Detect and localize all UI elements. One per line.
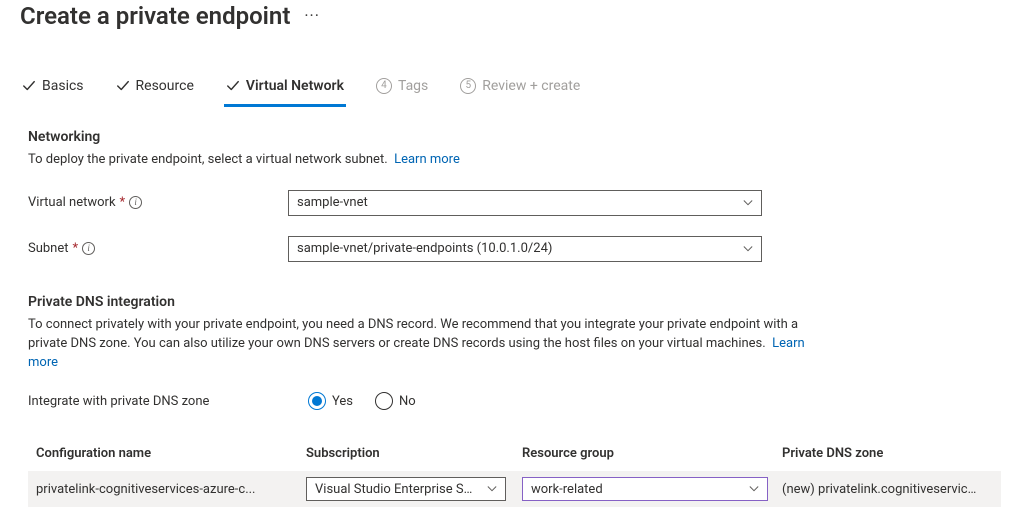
tab-label: Resource [136,78,194,94]
tab-label: Review + create [482,78,580,94]
select-value: Visual Studio Enterprise Subscrip… [315,482,487,497]
section-dns-title: Private DNS integration [28,294,1001,310]
info-icon[interactable]: i [129,196,142,209]
learn-more-link[interactable]: Learn more [394,152,460,167]
info-icon[interactable]: i [82,242,95,255]
tab-tags: 4 Tags [374,72,430,107]
radio-no[interactable]: No [375,392,416,410]
networking-desc: To deploy the private endpoint, select a… [28,151,808,170]
check-icon [22,79,36,93]
cell-zone: (new) privatelink.cognitiveservices.az..… [782,482,993,497]
select-value: sample-vnet [297,195,368,210]
section-networking-title: Networking [28,129,1001,145]
integrate-dns-radiogroup: Yes No [308,392,416,410]
more-icon[interactable]: ··· [304,8,320,24]
dns-desc-text: To connect privately with your private e… [28,317,798,351]
resource-group-select[interactable]: work-related [522,477,768,501]
required-star: * [120,195,126,210]
radio-label: Yes [332,394,353,409]
tab-label: Basics [42,78,84,94]
chevron-down-icon [749,484,759,494]
tab-resource[interactable]: Resource [114,72,196,107]
virtual-network-label: Virtual network * i [28,195,288,210]
col-zone: Private DNS zone [782,446,993,461]
subnet-label: Subnet * i [28,241,288,256]
subscription-select[interactable]: Visual Studio Enterprise Subscrip… [306,477,506,501]
tab-basics[interactable]: Basics [20,72,86,107]
dns-zone-table: Configuration name Subscription Resource… [28,436,1001,507]
required-star: * [73,241,79,256]
tab-review-create: 5 Review + create [458,72,582,107]
radio-label: No [399,394,416,409]
tab-virtual-network[interactable]: Virtual Network [224,72,346,107]
label-text: Subnet [28,241,69,256]
radio-icon [308,392,326,410]
cell-config: privatelink-cognitiveservices-azure-c... [36,482,306,497]
select-value: sample-vnet/private-endpoints (10.0.1.0/… [297,241,552,256]
check-icon [226,79,240,93]
tab-label: Virtual Network [246,78,344,94]
integrate-dns-label: Integrate with private DNS zone [28,394,288,409]
chevron-down-icon [743,198,753,208]
table-header: Configuration name Subscription Resource… [28,436,1001,471]
col-resource-group: Resource group [522,446,782,461]
radio-icon [375,392,393,410]
chevron-down-icon [743,244,753,254]
select-value: work-related [531,482,603,497]
dns-desc: To connect privately with your private e… [28,316,808,373]
subnet-select[interactable]: sample-vnet/private-endpoints (10.0.1.0/… [288,236,762,262]
step-number-icon: 4 [376,78,392,94]
label-text: Virtual network [28,195,116,210]
chevron-down-icon [487,484,497,494]
col-config: Configuration name [36,446,306,461]
col-subscription: Subscription [306,446,522,461]
virtual-network-select[interactable]: sample-vnet [288,190,762,216]
check-icon [116,79,130,93]
radio-yes[interactable]: Yes [308,392,353,410]
tab-label: Tags [398,78,428,94]
step-number-icon: 5 [460,78,476,94]
wizard-tabs: Basics Resource Virtual Network 4 Tags 5… [20,72,1001,107]
networking-desc-text: To deploy the private endpoint, select a… [28,152,388,167]
table-row: privatelink-cognitiveservices-azure-c...… [28,471,1001,507]
page-title: Create a private endpoint [20,2,290,30]
